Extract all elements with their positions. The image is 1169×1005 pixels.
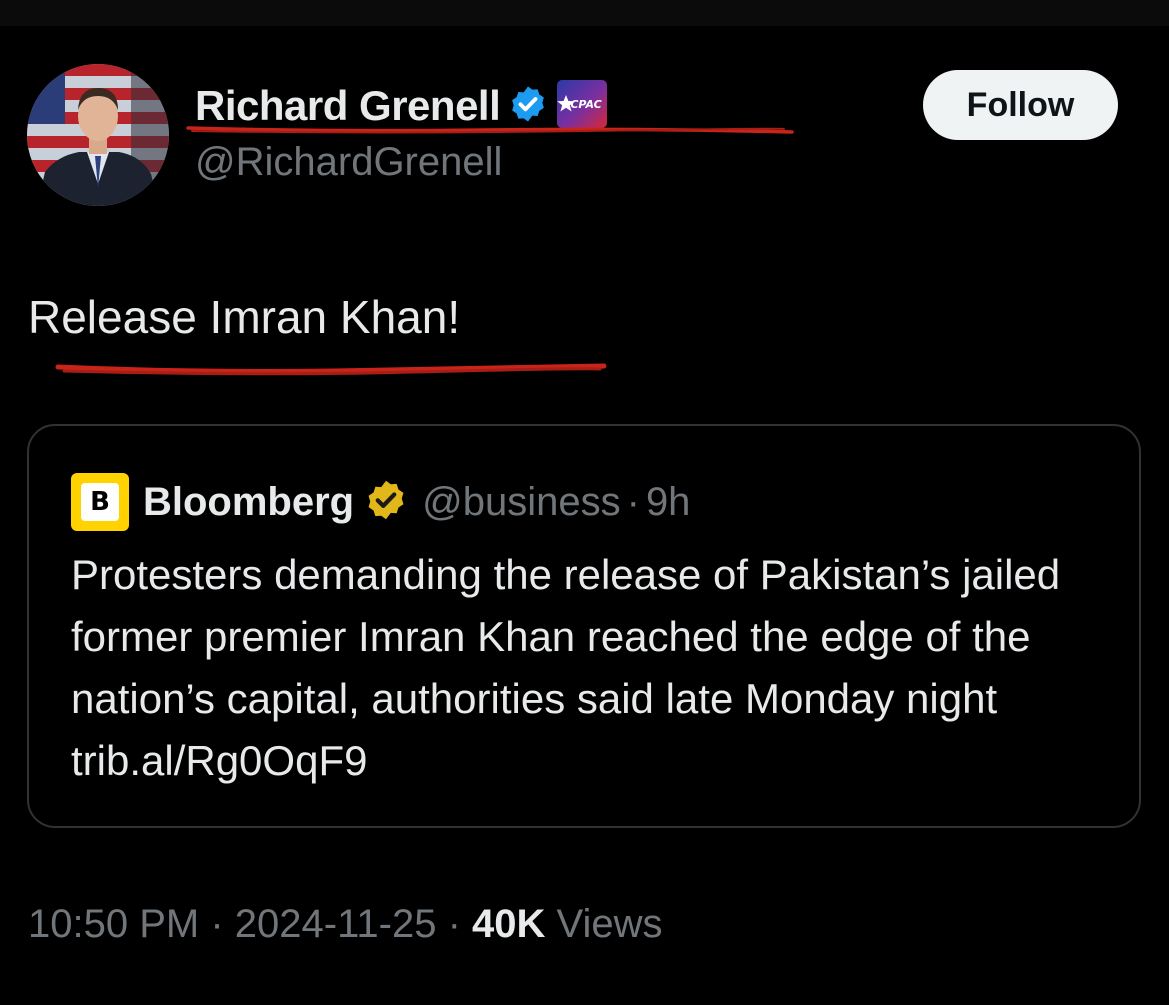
meta-separator: · (210, 902, 224, 946)
tweet-time[interactable]: 10:50 PM (28, 902, 199, 946)
quoted-tweet-header: B Bloomberg @business · 9h (71, 473, 691, 531)
avatar[interactable] (27, 64, 169, 206)
verified-badge-icon (508, 84, 548, 129)
author-name-row: Richard Grenell CPAC (195, 79, 608, 134)
gold-verified-badge-icon (364, 478, 408, 527)
quoted-separator: · (626, 479, 640, 524)
author-handle[interactable]: @RichardGrenell (195, 140, 502, 185)
tweet-meta-row: 10:50 PM · 2024-11-25 · 40K Views (28, 902, 663, 947)
status-bar-strip (0, 0, 1169, 26)
quoted-author-name[interactable]: Bloomberg (143, 480, 354, 525)
quoted-tweet-card[interactable]: B Bloomberg @business · 9h Protesters de… (27, 424, 1141, 828)
views-label: Views (556, 902, 663, 946)
tweet-text: Release Imran Khan! (28, 291, 461, 343)
author-display-name[interactable]: Richard Grenell (195, 82, 501, 130)
follow-button[interactable]: Follow (923, 70, 1118, 140)
quoted-timestamp[interactable]: 9h (646, 480, 691, 525)
tweet-date[interactable]: 2024-11-25 (235, 902, 437, 946)
quoted-tweet-text: Protesters demanding the release of Paki… (71, 551, 1061, 784)
bloomberg-logo-letter: B (81, 483, 119, 521)
cpac-affiliate-badge-icon[interactable]: CPAC (556, 79, 608, 134)
avatar-photo (27, 64, 169, 206)
views-count[interactable]: 40K (472, 902, 545, 946)
tweet-annotation-underline (55, 363, 607, 376)
cpac-badge-text: CPAC (571, 98, 602, 111)
bloomberg-logo-avatar[interactable]: B (71, 473, 129, 531)
quoted-author-handle[interactable]: @business (422, 480, 620, 525)
meta-separator: · (447, 902, 461, 946)
